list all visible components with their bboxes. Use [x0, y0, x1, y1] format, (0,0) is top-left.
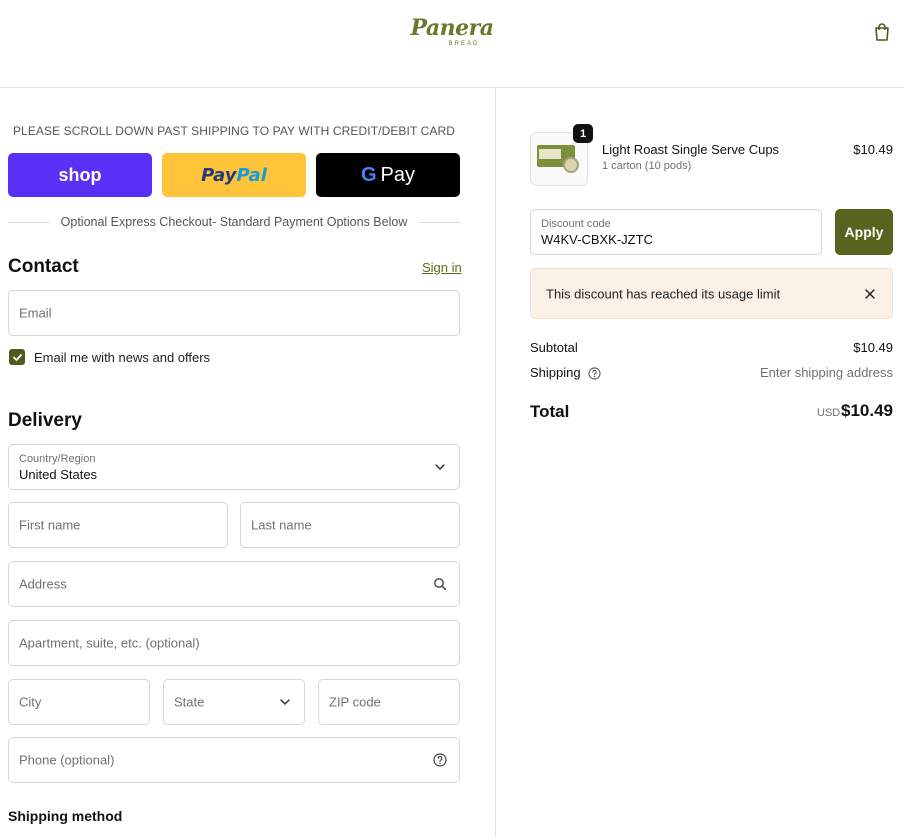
city-field[interactable]: City — [8, 679, 150, 725]
delivery-title: Delivery — [8, 410, 82, 431]
newsletter-label: Email me with news and offers — [34, 349, 211, 365]
apartment-placeholder: Apartment, suite, etc. (optional) — [19, 635, 200, 651]
discount-label: Discount code — [541, 218, 611, 230]
zip-field[interactable]: ZIP code — [318, 679, 460, 725]
city-placeholder: City — [19, 694, 42, 710]
state-placeholder: State — [174, 694, 205, 710]
total-label: Total — [530, 402, 570, 421]
divider-text: Optional Express Checkout- Standard Paym… — [60, 215, 408, 229]
shipping-value: Enter shipping address — [760, 365, 893, 380]
google-pay-label: Pay — [380, 163, 416, 186]
product-price: $10.49 — [853, 142, 893, 157]
product-label-graphic — [539, 149, 561, 159]
header: Panera BREAD — [0, 0, 904, 88]
panera-logo[interactable]: Panera BREAD — [404, 16, 500, 50]
state-select[interactable]: State — [163, 679, 305, 725]
contact-title: Contact — [8, 256, 79, 277]
scroll-notice: PLEASE SCROLL DOWN PAST SHIPPING TO PAY … — [12, 124, 456, 138]
apartment-field[interactable]: Apartment, suite, etc. (optional) — [8, 620, 460, 666]
logo-word: Panera — [410, 15, 494, 41]
shipping-label: Shipping — [530, 365, 581, 380]
total-value: $10.49 — [841, 401, 893, 420]
divider-line-right — [419, 221, 460, 223]
email-field[interactable]: Email — [8, 290, 460, 336]
order-summary: 1 Light Roast Single Serve Cups 1 carton… — [497, 88, 904, 837]
address-placeholder: Address — [19, 576, 67, 592]
first-name-placeholder: First name — [19, 517, 81, 533]
address-field[interactable]: Address — [8, 561, 460, 607]
country-label: Country/Region — [19, 453, 96, 465]
divider-line-left — [8, 221, 49, 223]
shop-pay-label: shop — [58, 164, 102, 185]
discount-alert-text: This discount has reached its usage limi… — [546, 286, 781, 301]
checkout-form: PLEASE SCROLL DOWN PAST SHIPPING TO PAY … — [0, 88, 496, 837]
product-variant: 1 carton (10 pods) — [602, 160, 692, 172]
paypal-label-dark: Pay — [201, 164, 237, 186]
country-select[interactable]: Country/Region United States — [8, 444, 460, 490]
chevron-down-icon — [435, 464, 445, 471]
product-cup-graphic — [563, 157, 579, 173]
country-value: United States — [19, 467, 98, 482]
discount-code-field[interactable]: Discount code W4KV-CBXK-JZTC — [530, 209, 822, 255]
last-name-placeholder: Last name — [251, 517, 312, 533]
first-name-field[interactable]: First name — [8, 502, 228, 548]
subtotal-value: $10.49 — [853, 340, 893, 355]
express-divider: Optional Express Checkout- Standard Paym… — [8, 212, 460, 232]
zip-placeholder: ZIP code — [329, 694, 381, 710]
email-placeholder: Email — [19, 305, 52, 321]
sign-in-link[interactable]: Sign in — [422, 260, 462, 275]
shipping-method-title: Shipping method — [8, 808, 123, 824]
paypal-logo: PayPal — [201, 165, 267, 186]
product-name: Light Roast Single Serve Cups — [602, 142, 780, 157]
chevron-down-icon — [280, 699, 290, 706]
total-currency: USD — [817, 407, 841, 419]
search-icon — [434, 578, 447, 591]
shopping-bag-icon[interactable] — [872, 22, 892, 42]
google-g-letter: G — [360, 163, 377, 186]
shop-pay-button[interactable]: shop — [8, 153, 152, 197]
newsletter-option[interactable]: Email me with news and offers — [9, 349, 210, 365]
help-icon[interactable] — [588, 367, 601, 380]
paypal-button[interactable]: PayPal — [162, 153, 306, 197]
close-icon[interactable] — [864, 288, 876, 300]
google-g-icon: G — [361, 164, 377, 187]
newsletter-checkbox[interactable] — [9, 349, 25, 365]
shipping-row: Shipping — [530, 365, 601, 380]
phone-placeholder: Phone (optional) — [19, 752, 115, 768]
help-icon[interactable] — [433, 753, 447, 767]
apply-discount-button[interactable]: Apply — [835, 209, 893, 255]
check-icon — [12, 353, 22, 361]
last-name-field[interactable]: Last name — [240, 502, 460, 548]
quantity-badge: 1 — [573, 124, 593, 143]
google-pay-button[interactable]: G Pay — [316, 153, 460, 197]
phone-field[interactable]: Phone (optional) — [8, 737, 460, 783]
discount-value: W4KV-CBXK-JZTC — [541, 232, 653, 247]
discount-alert: This discount has reached its usage limi… — [530, 268, 893, 319]
paypal-label-light: Pal — [236, 164, 267, 186]
subtotal-label: Subtotal — [530, 340, 578, 355]
logo-subtext: BREAD — [448, 41, 480, 47]
